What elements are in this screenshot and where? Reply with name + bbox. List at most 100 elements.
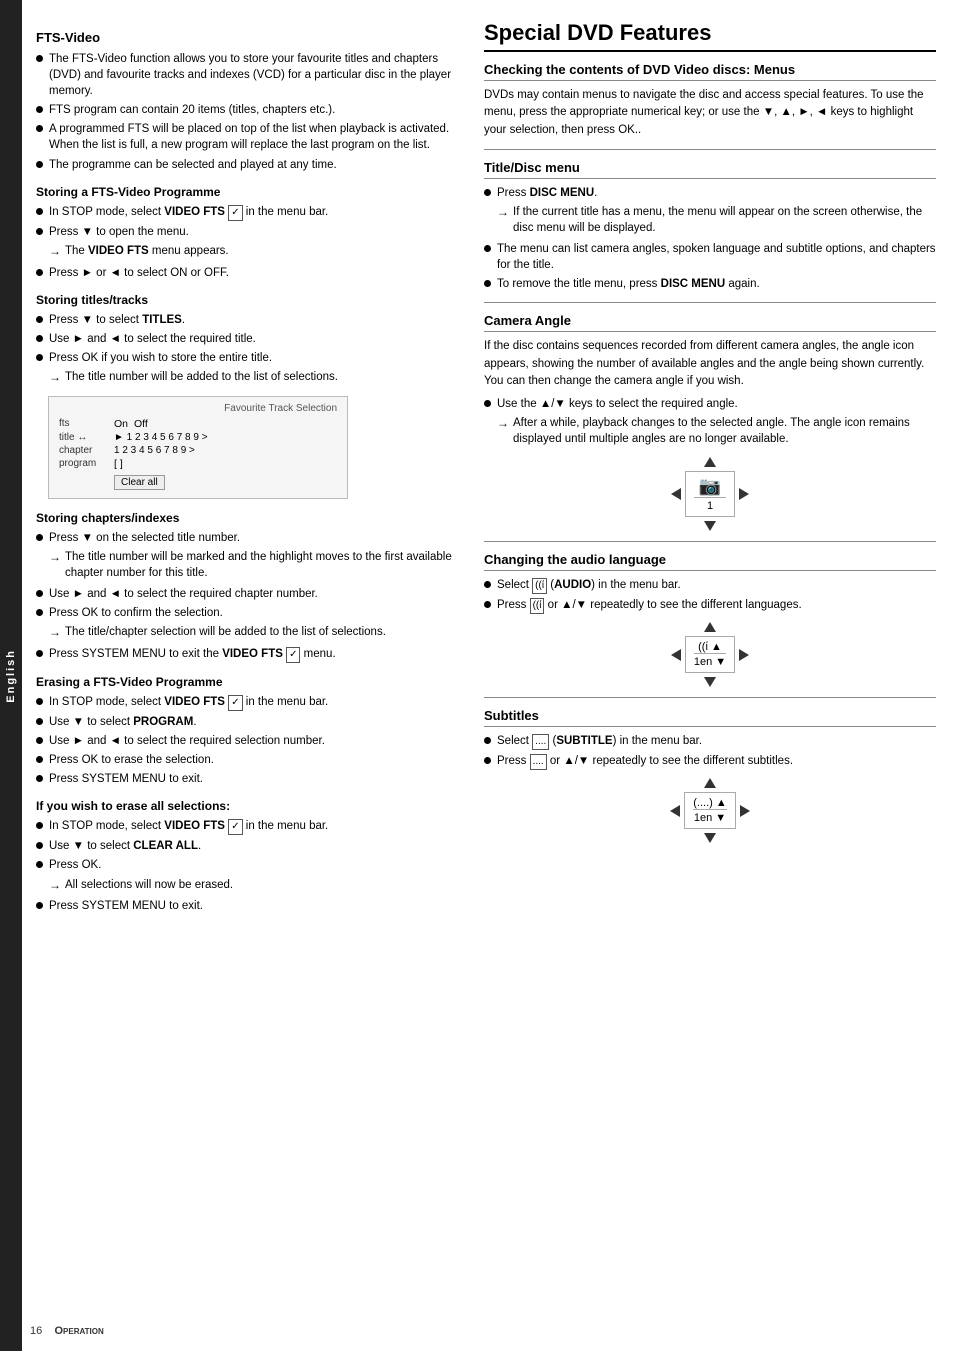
audio-center-box: ((ί ▲ 1en ▼ bbox=[685, 636, 735, 673]
bullet-dot bbox=[484, 581, 491, 588]
bullet-dot bbox=[484, 400, 491, 407]
er-text-4: Press OK to erase the selection. bbox=[49, 752, 214, 768]
checking-body: DVDs may contain menus to navigate the d… bbox=[484, 87, 936, 139]
bullet-dot bbox=[36, 861, 43, 868]
bullet-dot bbox=[36, 335, 43, 342]
fts-table-title: Favourite Track Selection bbox=[59, 403, 337, 414]
bullet-dot bbox=[36, 775, 43, 782]
bullet-dot bbox=[36, 609, 43, 616]
sc-item-6: Press SYSTEM MENU to exit the VIDEO FTS … bbox=[36, 646, 466, 663]
sc-sub-2: →The title/chapter selection will be add… bbox=[49, 624, 386, 641]
side-tab-label: English bbox=[5, 649, 17, 703]
ea-text-5: Press SYSTEM MENU to exit. bbox=[49, 898, 203, 914]
audio-icon-symbol: ((ί ▲ bbox=[694, 641, 726, 653]
er-item-1: In STOP mode, select VIDEO FTS ✓ in the … bbox=[36, 694, 466, 711]
fts-on: On bbox=[114, 418, 128, 430]
arrow-icon: → bbox=[49, 877, 61, 894]
bullet-dot bbox=[484, 601, 491, 608]
audio-text-2: Press ((ί or ▲/▼ repeatedly to see the d… bbox=[497, 597, 802, 614]
fts-chapter-label: chapter bbox=[59, 445, 114, 456]
sc-text-4: Press OK to confirm the selection. bbox=[49, 605, 223, 621]
sc-text-6: Press SYSTEM MENU to exit the VIDEO FTS … bbox=[49, 646, 336, 663]
bullet-dot bbox=[36, 55, 43, 62]
er-text-5: Press SYSTEM MENU to exit. bbox=[49, 771, 203, 787]
td-item-4: To remove the title menu, press DISC MEN… bbox=[484, 276, 936, 292]
td-text-4: To remove the title menu, press DISC MEN… bbox=[497, 276, 760, 292]
intro-item-2: FTS program can contain 20 items (titles… bbox=[36, 102, 466, 118]
bullet-dot bbox=[36, 822, 43, 829]
arrow-icon: → bbox=[49, 243, 61, 260]
sub-left-icon bbox=[670, 805, 680, 817]
left-column: FTS-Video The FTS-Video function allows … bbox=[36, 20, 466, 1331]
camera-angle-list: Use the ▲/▼ keys to select the required … bbox=[484, 396, 936, 449]
bullet-dot bbox=[36, 902, 43, 909]
erase-all-list: In STOP mode, select VIDEO FTS ✓ in the … bbox=[36, 818, 466, 914]
st-text-1: Press ▼ to select TITLES. bbox=[49, 312, 185, 328]
bullet-dot bbox=[36, 737, 43, 744]
fts-label: fts bbox=[59, 418, 114, 429]
title-disc-list: Press DISC MENU. →If the current title h… bbox=[484, 185, 936, 293]
bullet-dot bbox=[36, 650, 43, 657]
st-item-2: Use ► and ◄ to select the required title… bbox=[36, 331, 466, 347]
td-sub-text-1: If the current title has a menu, the men… bbox=[513, 204, 936, 236]
td-sub-1: →If the current title has a menu, the me… bbox=[497, 204, 936, 236]
fts-clear-row: Clear all bbox=[59, 472, 337, 490]
audio-item-2: Press ((ί or ▲/▼ repeatedly to see the d… bbox=[484, 597, 936, 614]
checking-section: Checking the contents of DVD Video discs… bbox=[484, 62, 936, 139]
td-item-2: →If the current title has a menu, the me… bbox=[484, 204, 936, 238]
clear-all-button[interactable]: Clear all bbox=[114, 475, 165, 490]
storing-titles-title: Storing titles/tracks bbox=[36, 293, 466, 307]
bullet-dot bbox=[36, 718, 43, 725]
td-text-3: The menu can list camera angles, spoken … bbox=[497, 241, 936, 273]
er-text-3: Use ► and ◄ to select the required selec… bbox=[49, 733, 325, 749]
sp-text-1: In STOP mode, select VIDEO FTS ✓ in the … bbox=[49, 204, 328, 221]
sc-item-1: Press ▼ on the selected title number. bbox=[36, 530, 466, 546]
page-container: English FTS-Video The FTS-Video function… bbox=[0, 0, 954, 1351]
storing-programme-list: In STOP mode, select VIDEO FTS ✓ in the … bbox=[36, 204, 466, 281]
er-item-2: Use ▼ to select PROGRAM. bbox=[36, 714, 466, 730]
left-arrow-area bbox=[671, 488, 681, 500]
page-footer: 16 Operation bbox=[30, 1325, 104, 1337]
up-arrow-icon bbox=[704, 457, 716, 467]
fts-program-value: [ ] bbox=[114, 458, 123, 470]
fts-row-title: title ↔ ► 1 2 3 4 5 6 7 8 9 > bbox=[59, 432, 337, 443]
arrow-icon: → bbox=[49, 369, 61, 386]
er-item-3: Use ► and ◄ to select the required selec… bbox=[36, 733, 466, 749]
left-arrow-icon bbox=[671, 488, 681, 500]
camera-icon: 📷 bbox=[694, 476, 726, 497]
ca-item-2: →After a while, playback changes to the … bbox=[484, 415, 936, 449]
audio-down-icon bbox=[704, 677, 716, 687]
er-text-1: In STOP mode, select VIDEO FTS ✓ in the … bbox=[49, 694, 328, 711]
subtitles-title: Subtitles bbox=[484, 708, 936, 727]
bullet-dot bbox=[484, 280, 491, 287]
st-item-3: Press OK if you wish to store the entire… bbox=[36, 350, 466, 366]
bullet-dot bbox=[484, 189, 491, 196]
st-item-4: →The title number will be added to the l… bbox=[36, 369, 466, 388]
audio-center-area: ((ί ▲ 1en ▼ bbox=[685, 622, 735, 687]
ea-text-1: In STOP mode, select VIDEO FTS ✓ in the … bbox=[49, 818, 328, 835]
sc-item-4: Press OK to confirm the selection. bbox=[36, 605, 466, 621]
sp-item-2: Press ▼ to open the menu. bbox=[36, 224, 466, 240]
td-text-1: Press DISC MENU. bbox=[497, 185, 597, 201]
bullet-dot bbox=[36, 106, 43, 113]
sub-right-icon bbox=[740, 805, 750, 817]
st-item-1: Press ▼ to select TITLES. bbox=[36, 312, 466, 328]
fts-row-program: program [ ] bbox=[59, 458, 337, 470]
camera-angle-diagram: 📷 1 bbox=[484, 457, 936, 531]
subtitles-list: Select .... (SUBTITLE) in the menu bar. … bbox=[484, 733, 936, 770]
audio-left-arrow bbox=[671, 649, 681, 661]
ca-sub-1: →After a while, playback changes to the … bbox=[497, 415, 936, 447]
ea-sub-1: →All selections will now be erased. bbox=[49, 877, 233, 894]
footer-section-label: Operation bbox=[54, 1325, 103, 1337]
intro-item-1: The FTS-Video function allows you to sto… bbox=[36, 51, 466, 99]
changing-audio-section: Changing the audio language Select ((ί (… bbox=[484, 552, 936, 687]
checking-title: Checking the contents of DVD Video discs… bbox=[484, 62, 936, 81]
side-tab: English bbox=[0, 0, 22, 1351]
bullet-dot bbox=[36, 698, 43, 705]
erasing-title: Erasing a FTS-Video Programme bbox=[36, 675, 466, 689]
center-area: 📷 1 bbox=[685, 457, 735, 531]
sc-item-3: Use ► and ◄ to select the required chapt… bbox=[36, 586, 466, 602]
sub-center-box: (....) ▲ 1en ▼ bbox=[684, 792, 736, 829]
intro-text-1: The FTS-Video function allows you to sto… bbox=[49, 51, 466, 99]
st-sub-text-1: The title number will be added to the li… bbox=[65, 369, 338, 385]
